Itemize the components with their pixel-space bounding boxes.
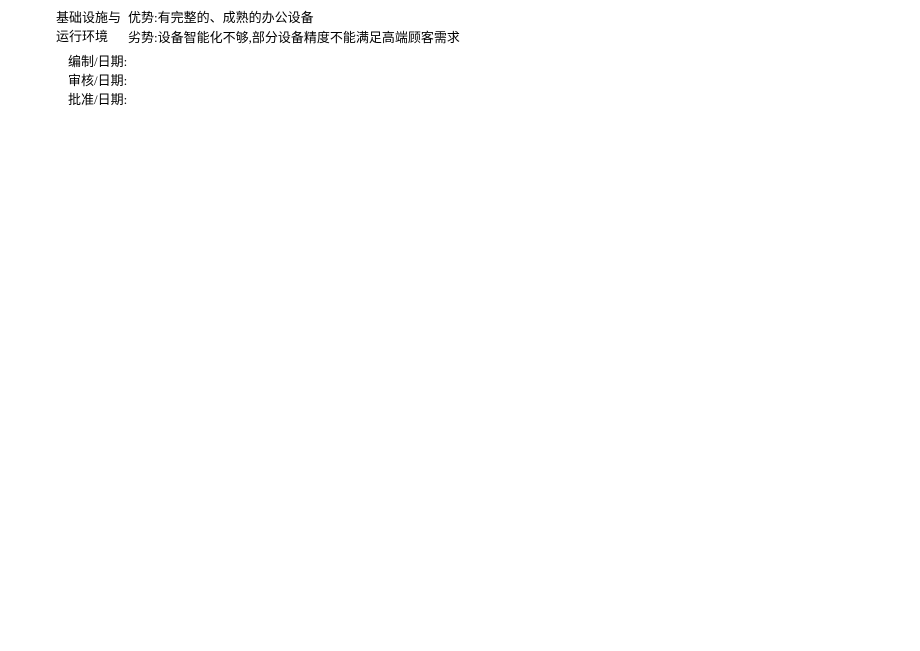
category-label: 基础设施与 运行环境	[56, 8, 128, 46]
signature-block: 编制/日期: 审核/日期: 批准/日期:	[68, 52, 920, 109]
disadvantage-text: 劣势:设备智能化不够,部分设备精度不能满足高端顾客需求	[128, 28, 460, 47]
approved-by-line: 批准/日期:	[68, 90, 920, 109]
category-line1: 基础设施与	[56, 8, 128, 27]
advantage-text: 优势:有完整的、成熟的办公设备	[128, 8, 460, 27]
prepared-by-line: 编制/日期:	[68, 52, 920, 71]
category-line2: 运行环境	[56, 27, 128, 46]
reviewed-by-line: 审核/日期:	[68, 71, 920, 90]
section-row: 基础设施与 运行环境 优势:有完整的、成熟的办公设备 劣势:设备智能化不够,部分…	[56, 8, 920, 47]
content-column: 优势:有完整的、成熟的办公设备 劣势:设备智能化不够,部分设备精度不能满足高端顾…	[128, 8, 460, 47]
